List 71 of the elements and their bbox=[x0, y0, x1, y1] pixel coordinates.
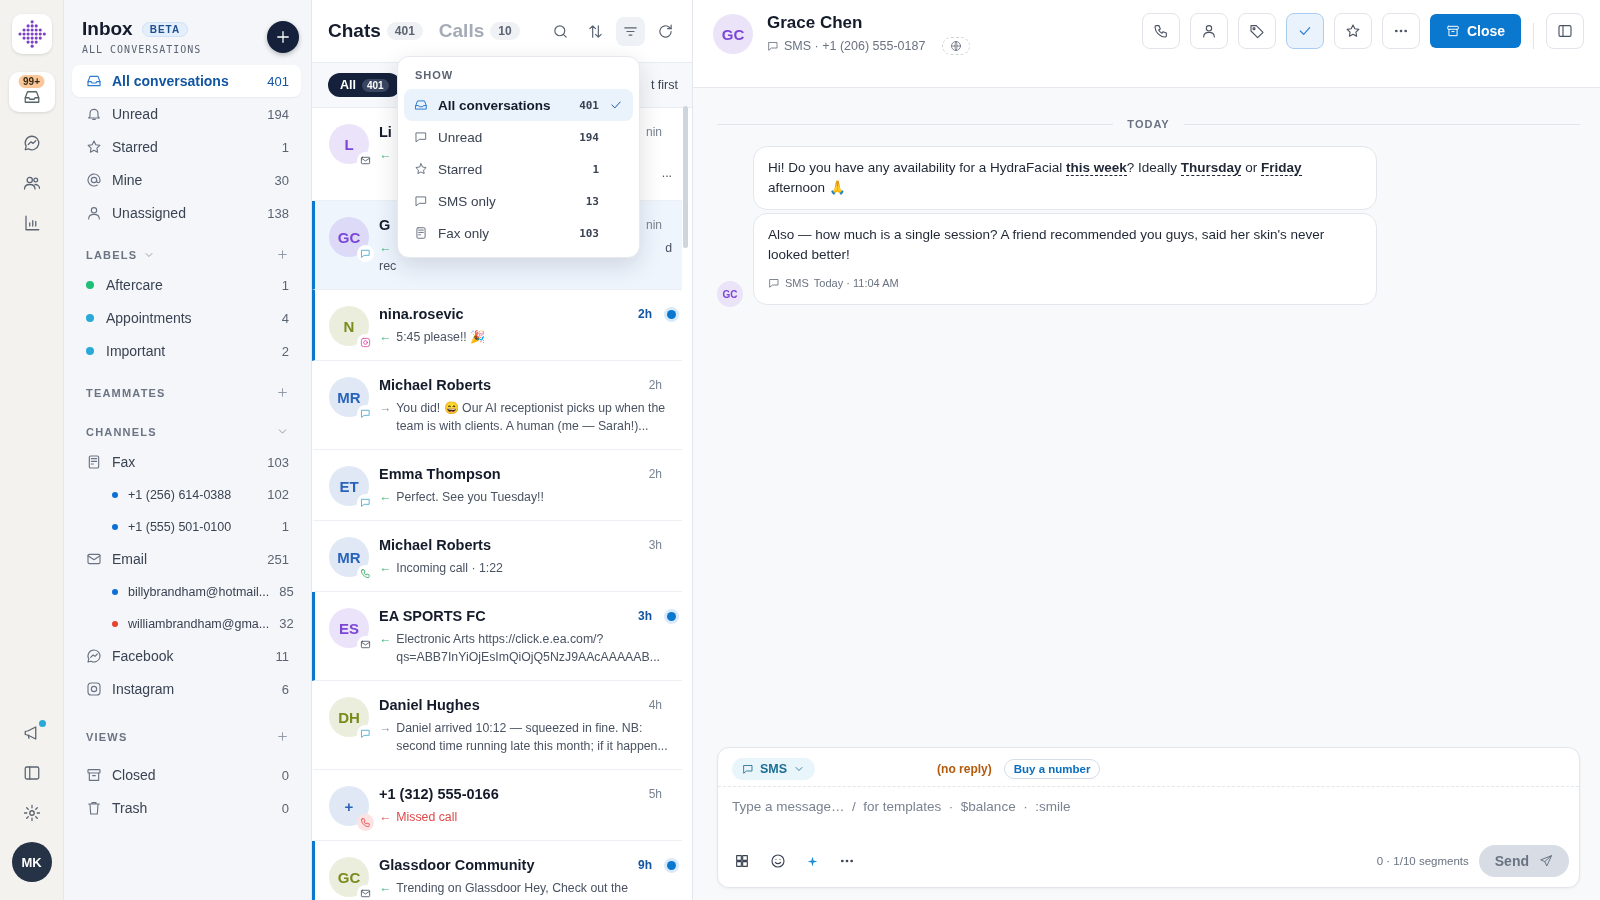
inbox-title: Inbox bbox=[82, 18, 133, 40]
contact-name: Daniel Hughes bbox=[379, 697, 480, 713]
contact-name: G bbox=[379, 217, 391, 233]
timestamp: 5h bbox=[648, 787, 662, 801]
section-heading: LABELS bbox=[86, 248, 138, 261]
message-channel: SMS bbox=[785, 276, 809, 291]
section-heading: VIEWS bbox=[86, 730, 128, 743]
contact-name: Michael Roberts bbox=[379, 377, 491, 393]
timestamp: 9h bbox=[638, 858, 652, 872]
contact-avatar: N bbox=[329, 306, 369, 346]
direction-arrow: ← bbox=[379, 809, 392, 826]
direction-arrow: ← bbox=[379, 560, 392, 577]
timestamp: nin bbox=[646, 218, 662, 232]
section-heading: CHANNELS bbox=[86, 425, 157, 438]
contact-avatar: GC bbox=[329, 217, 369, 257]
direction-arrow: ← bbox=[379, 240, 392, 257]
timestamp: 2h bbox=[648, 378, 662, 392]
segment-counter: 0 · 1/10 segments bbox=[1376, 855, 1469, 867]
contact-name: Li bbox=[379, 124, 392, 140]
contact-avatar: DH bbox=[329, 697, 369, 737]
message-preview: rec bbox=[379, 258, 398, 275]
message-preview: Perfect. See you Tuesday!! bbox=[396, 489, 545, 506]
message-text: Hi! Do you have any availability for a HydraFacial this week? Ideally Thursday or Friday afternoon 🙏 bbox=[768, 159, 1303, 197]
sender-avatar: GC bbox=[717, 281, 743, 307]
contact-channel: SMS · +1 (206) 555-0187 bbox=[784, 39, 926, 53]
message-text: Also — how much is a single session? A friend recommended you guys, said her skin's never looked better! bbox=[768, 226, 1326, 264]
message-preview: Trending on Glassdoor Hey, Check out the bbox=[396, 880, 629, 897]
contact-name: Emma Thompson bbox=[379, 466, 501, 482]
message-preview: Incoming call · 1:22 bbox=[396, 560, 504, 577]
contact-avatar: ET bbox=[329, 466, 369, 506]
contact-name: EA SPORTS FC bbox=[379, 608, 486, 624]
message-preview: Electronic Arts https://click.e.ea.com/?qs=ABB7InYiOjEsImQiOjQ5NzJ9AAcAAAAAB... bbox=[396, 631, 661, 666]
unread-badge: 99+ bbox=[18, 75, 45, 88]
inbox-subtitle: ALL CONVERSATIONS bbox=[82, 44, 202, 55]
contact-name: nina.rosevic bbox=[379, 306, 464, 322]
message-preview: You did! 😄 Our AI receptionist picks up when the team is with clients. A human (me — Sarah!)... bbox=[396, 400, 667, 435]
direction-arrow: ← bbox=[379, 147, 392, 164]
dropdown-heading: SHOW bbox=[414, 68, 455, 83]
direction-arrow: ← bbox=[379, 880, 392, 897]
timestamp: nin bbox=[646, 125, 662, 139]
timestamp: 2h bbox=[638, 307, 652, 321]
contact-avatar: ES bbox=[329, 608, 369, 648]
direction-arrow: → bbox=[379, 720, 392, 737]
message-time: Today · 11:04 AM bbox=[813, 276, 899, 291]
contact-name: Glassdoor Community bbox=[379, 857, 535, 873]
timestamp: 2h bbox=[648, 467, 662, 481]
section-heading: TEAMMATES bbox=[86, 386, 166, 399]
message-preview: 5:45 please!! 🎉 bbox=[396, 329, 487, 346]
contact-avatar: L bbox=[329, 124, 369, 164]
timestamp: 4h bbox=[648, 698, 662, 712]
contact-avatar: MR bbox=[329, 537, 369, 577]
contact-avatar: GC bbox=[713, 14, 753, 54]
preview-fragment: d bbox=[665, 240, 672, 257]
direction-arrow: ← bbox=[379, 489, 392, 506]
direction-arrow: ← bbox=[379, 329, 392, 346]
contact-avatar: MR bbox=[329, 377, 369, 417]
message-preview: Daniel arrived 10:12 — squeezed in fine. NB: second time running late this month; if it happen... bbox=[396, 720, 669, 755]
direction-arrow: → bbox=[379, 400, 392, 417]
beta-badge: BETA bbox=[141, 21, 189, 37]
timestamp: 3h bbox=[648, 538, 662, 552]
message-preview: Missed call bbox=[396, 809, 459, 826]
contact-avatar: + bbox=[329, 786, 369, 826]
contact-name: +1 (312) 555-0166 bbox=[379, 786, 499, 802]
date-divider: TODAY bbox=[1127, 118, 1170, 130]
contact-name: Michael Roberts bbox=[379, 537, 491, 553]
contact-avatar: GC bbox=[329, 857, 369, 897]
direction-arrow: ← bbox=[379, 631, 392, 648]
contact-name: Grace Chen bbox=[767, 13, 864, 33]
reply-status: (no reply) bbox=[937, 762, 992, 776]
preview-fragment: ... bbox=[661, 165, 672, 182]
timestamp: 3h bbox=[638, 609, 652, 623]
